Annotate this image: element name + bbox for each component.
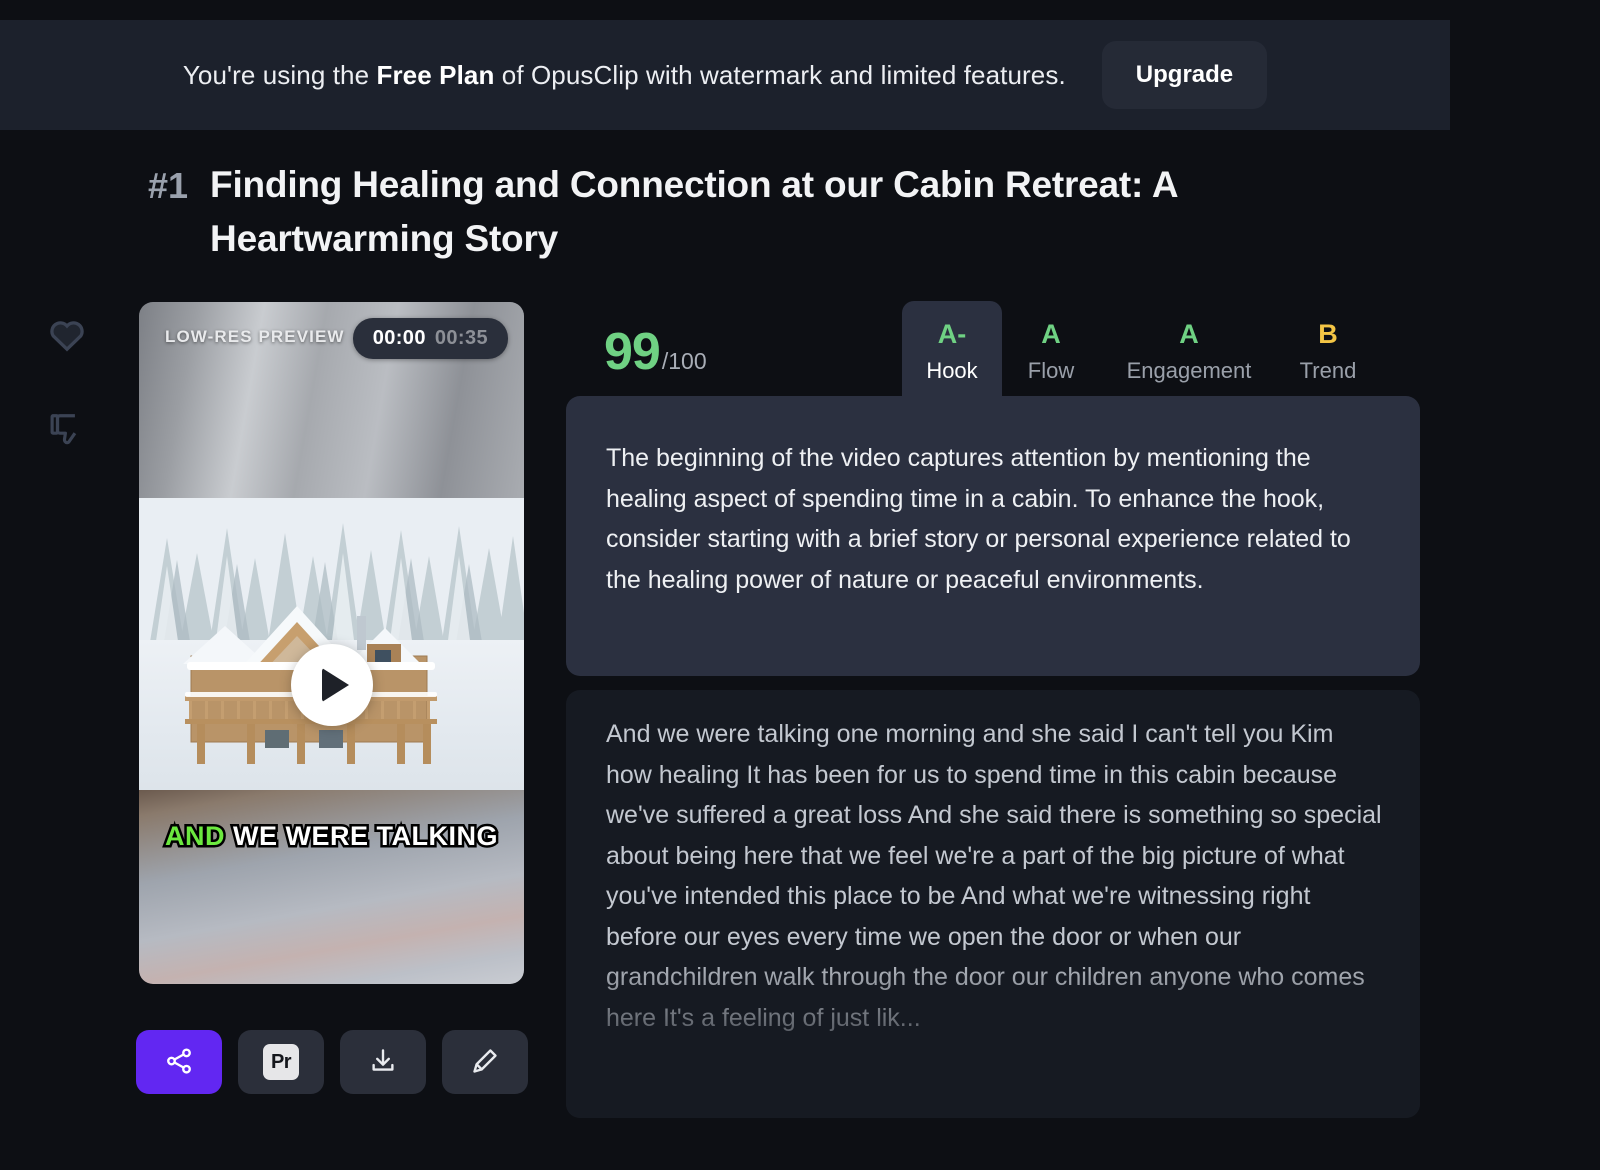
like-button[interactable]	[46, 312, 88, 356]
download-icon	[368, 1046, 398, 1079]
video-time-pill: 00:00 00:35	[352, 318, 508, 359]
clip-rank: #1	[148, 165, 189, 206]
score-value: 99	[604, 323, 661, 381]
tab-hook-label: Hook	[926, 358, 978, 383]
share-button[interactable]	[136, 1030, 222, 1094]
tab-flow[interactable]: A Flow	[1002, 301, 1100, 410]
score-breakdown-tabs: A- Hook A Flow A Engagement B Trend	[902, 301, 1378, 410]
tab-hook-grade: A-	[937, 319, 967, 349]
tab-engagement-label: Engagement	[1126, 358, 1252, 383]
video-caption: AND WE WERE TALKING	[139, 819, 524, 854]
tab-trend[interactable]: B Trend	[1278, 301, 1378, 410]
hook-analysis-panel: The beginning of the video captures atte…	[566, 396, 1420, 676]
feedback-rail	[46, 312, 88, 504]
share-icon	[164, 1046, 194, 1079]
edit-button[interactable]	[442, 1030, 528, 1094]
pencil-icon	[470, 1046, 500, 1079]
tab-flow-label: Flow	[1027, 358, 1075, 383]
video-preview-card[interactable]: LOW-RES PREVIEW 00:00 00:35 AND WE WERE …	[139, 302, 524, 984]
heart-icon	[47, 316, 87, 352]
play-button[interactable]	[290, 644, 373, 726]
transcript-text: And we were talking one morning and she …	[606, 720, 1382, 1032]
tab-hook[interactable]: A- Hook	[902, 301, 1002, 410]
page-title: Finding Healing and Connection at our Ca…	[210, 164, 1178, 259]
upgrade-button[interactable]: Upgrade	[1101, 41, 1268, 109]
caption-remaining-words: WE WERE TALKING	[231, 819, 500, 854]
banner-text-after: of OpusClip with watermark and limited f…	[494, 59, 1066, 90]
banner-plan-name: Free Plan	[376, 59, 495, 90]
transcript-panel[interactable]: And we were talking one morning and she …	[566, 690, 1420, 1118]
dislike-button[interactable]	[46, 408, 88, 452]
caption-highlight-word: AND	[163, 819, 228, 854]
tab-trend-label: Trend	[1299, 358, 1357, 383]
thumbs-down-icon	[47, 411, 87, 449]
tab-engagement-grade: A	[1179, 319, 1199, 349]
banner-message: You're using the Free Plan of OpusClip w…	[183, 60, 1066, 91]
clip-title-row: #1 Finding Healing and Connection at our…	[148, 158, 1408, 266]
tab-trend-grade: B	[1318, 319, 1338, 349]
current-time: 00:00	[372, 327, 426, 349]
download-button[interactable]	[340, 1030, 426, 1094]
clip-action-bar: Pr	[136, 1030, 528, 1094]
banner-text-before: You're using the	[182, 59, 377, 90]
app-root: You're using the Free Plan of OpusClip w…	[0, 0, 1600, 1170]
free-plan-banner: You're using the Free Plan of OpusClip w…	[0, 20, 1450, 130]
hook-description: The beginning of the video captures atte…	[606, 444, 1351, 594]
premiere-icon: Pr	[263, 1044, 299, 1080]
tab-engagement[interactable]: A Engagement	[1100, 301, 1278, 410]
play-icon	[322, 668, 349, 702]
score-max: /100	[661, 348, 707, 374]
premiere-button[interactable]: Pr	[238, 1030, 324, 1094]
low-res-preview-badge: LOW-RES PREVIEW	[165, 327, 345, 346]
tab-flow-grade: A	[1041, 319, 1061, 349]
virality-score: 99 /100	[604, 322, 707, 382]
video-duration: 00:35	[434, 327, 488, 349]
